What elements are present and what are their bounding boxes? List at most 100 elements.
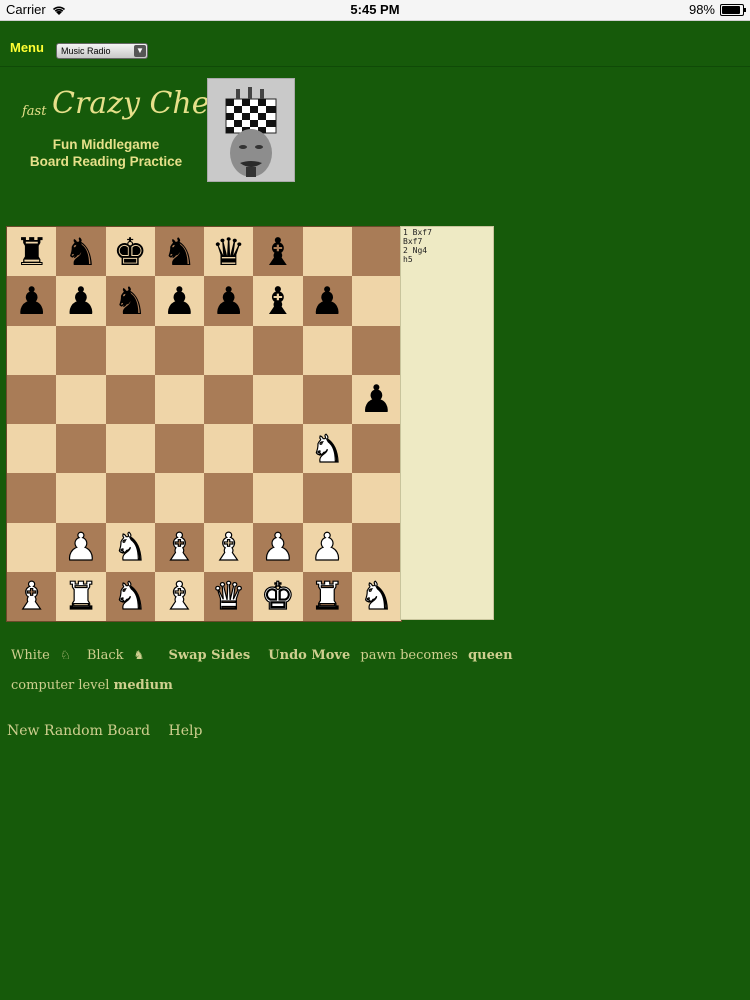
square-d7[interactable]: ♟ [154,276,204,326]
square-c5[interactable] [105,374,155,424]
white-knight-piece[interactable]: ♞ [112,528,147,567]
menu-button[interactable]: Menu [10,40,44,55]
square-a3[interactable] [7,473,57,523]
square-c6[interactable] [105,325,155,375]
square-d4[interactable] [154,424,204,474]
square-h2[interactable] [351,522,401,572]
promotion-piece-select[interactable]: queen [468,648,513,663]
square-c2[interactable]: ♞ [105,522,155,572]
square-a6[interactable] [7,325,57,375]
black-queen-piece[interactable]: ♛ [212,233,246,271]
square-b4[interactable] [56,424,106,474]
help-link[interactable]: Help [168,723,202,739]
black-side-option[interactable]: Black ♞ [87,648,151,663]
black-pawn-piece[interactable]: ♟ [212,282,246,320]
computer-level-select[interactable]: medium [114,678,173,693]
square-h5[interactable]: ♟ [351,374,401,424]
square-g5[interactable] [302,374,352,424]
square-b2[interactable]: ♟ [56,522,106,572]
black-knight-piece[interactable]: ♞ [162,233,196,271]
square-e5[interactable] [204,374,254,424]
white-bishop-piece[interactable]: ♝ [211,528,246,567]
square-d5[interactable] [154,374,204,424]
white-pawn-piece[interactable]: ♟ [309,528,344,567]
white-pawn-piece[interactable]: ♟ [260,528,295,567]
square-f7[interactable]: ♝ [253,276,303,326]
square-e6[interactable] [204,325,254,375]
black-knight-piece[interactable]: ♞ [113,282,147,320]
square-g6[interactable] [302,325,352,375]
square-c1[interactable]: ♞ [105,571,155,621]
square-g8[interactable] [302,227,352,277]
square-h3[interactable] [351,473,401,523]
white-knight-piece[interactable]: ♞ [359,577,394,616]
square-e3[interactable] [204,473,254,523]
square-a1[interactable]: ♝ [7,571,57,621]
square-h8[interactable] [351,227,401,277]
square-f5[interactable] [253,374,303,424]
black-bishop-piece[interactable]: ♝ [261,282,295,320]
square-f3[interactable] [253,473,303,523]
black-king-piece[interactable]: ♚ [113,233,147,271]
white-rook-piece[interactable]: ♜ [63,577,98,616]
black-pawn-piece[interactable]: ♟ [64,282,98,320]
square-d3[interactable] [154,473,204,523]
white-knight-piece[interactable]: ♞ [309,429,344,468]
square-b7[interactable]: ♟ [56,276,106,326]
chess-board[interactable]: ♜ ♞ ♚ ♞ ♛ ♝ ♟ ♟ ♞ ♟ ♟ ♝ ♟ ♟ ♞ ♟ ♞ ♝ ♝ ♟ ♟ ♝ ♜ ♞ ♝ ♛ ♚ ♜ ♞ [6,226,402,622]
black-pawn-piece[interactable]: ♟ [310,282,344,320]
white-knight-piece[interactable]: ♞ [112,577,147,616]
square-a4[interactable] [7,424,57,474]
square-d6[interactable] [154,325,204,375]
music-radio-select[interactable]: Music Radio ▼ [56,43,148,59]
black-rook-piece[interactable]: ♜ [15,233,49,271]
square-c4[interactable] [105,424,155,474]
white-pawn-piece[interactable]: ♟ [63,528,98,567]
white-bishop-piece[interactable]: ♝ [14,577,49,616]
square-b3[interactable] [56,473,106,523]
square-e1[interactable]: ♛ [204,571,254,621]
square-f2[interactable]: ♟ [253,522,303,572]
square-c8[interactable]: ♚ [105,227,155,277]
square-h1[interactable]: ♞ [351,571,401,621]
square-c3[interactable] [105,473,155,523]
square-h6[interactable] [351,325,401,375]
square-e8[interactable]: ♛ [204,227,254,277]
square-b5[interactable] [56,374,106,424]
white-rook-piece[interactable]: ♜ [309,577,344,616]
white-bishop-piece[interactable]: ♝ [162,577,197,616]
square-f1[interactable]: ♚ [253,571,303,621]
square-g1[interactable]: ♜ [302,571,352,621]
square-a5[interactable] [7,374,57,424]
square-g7[interactable]: ♟ [302,276,352,326]
square-h4[interactable] [351,424,401,474]
square-c7[interactable]: ♞ [105,276,155,326]
square-d1[interactable]: ♝ [154,571,204,621]
square-a2[interactable] [7,522,57,572]
white-king-piece[interactable]: ♚ [260,577,295,616]
square-b1[interactable]: ♜ [56,571,106,621]
square-f8[interactable]: ♝ [253,227,303,277]
square-e4[interactable] [204,424,254,474]
square-b6[interactable] [56,325,106,375]
square-b8[interactable]: ♞ [56,227,106,277]
white-side-option[interactable]: White ♘ [11,648,77,663]
new-random-board-link[interactable]: New Random Board [7,723,150,739]
square-e7[interactable]: ♟ [204,276,254,326]
square-f4[interactable] [253,424,303,474]
square-g3[interactable] [302,473,352,523]
black-bishop-piece[interactable]: ♝ [261,233,295,271]
black-pawn-piece[interactable]: ♟ [15,282,49,320]
square-g2[interactable]: ♟ [302,522,352,572]
black-pawn-piece[interactable]: ♟ [359,380,393,418]
white-bishop-piece[interactable]: ♝ [162,528,197,567]
square-f6[interactable] [253,325,303,375]
black-knight-piece[interactable]: ♞ [64,233,98,271]
square-h7[interactable] [351,276,401,326]
square-d2[interactable]: ♝ [154,522,204,572]
black-pawn-piece[interactable]: ♟ [162,282,196,320]
swap-sides-button[interactable]: Swap Sides [169,648,251,663]
white-queen-piece[interactable]: ♛ [211,577,246,616]
square-g4[interactable]: ♞ [302,424,352,474]
square-a7[interactable]: ♟ [7,276,57,326]
